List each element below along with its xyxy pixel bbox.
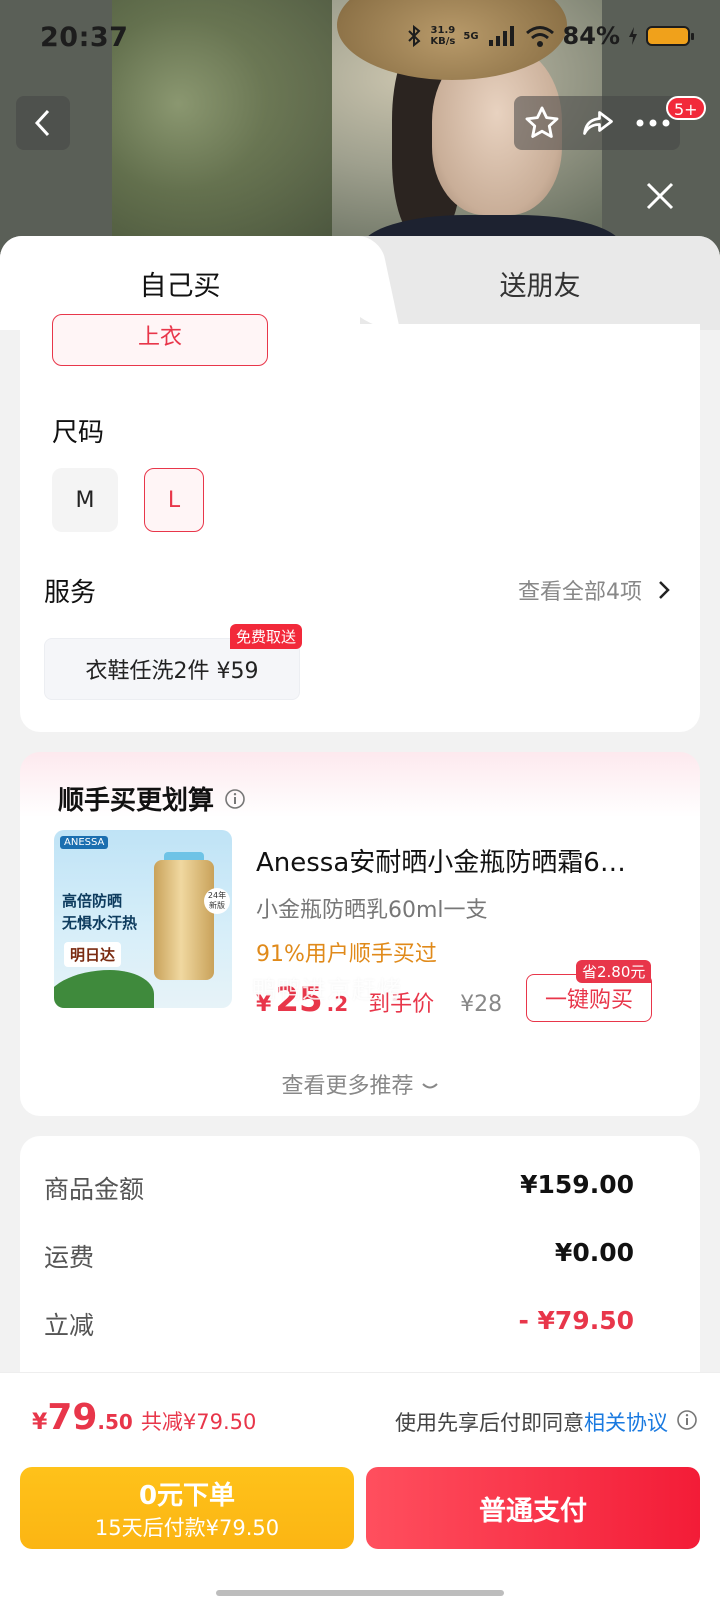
share-icon[interactable] (580, 105, 616, 141)
product-image-badge: 24年新版 (204, 888, 230, 914)
message-badge: 5+ (666, 96, 706, 120)
info-icon[interactable] (224, 788, 246, 810)
network-speed: 31.9 KB/s (430, 25, 456, 47)
home-indicator[interactable] (216, 1590, 504, 1596)
more-icon[interactable] (635, 118, 671, 128)
product-image-leaf (54, 970, 154, 1008)
summary-row-goods: 商品金额 ¥159.00 (44, 1170, 634, 1204)
status-icons: 31.9 KB/s 5G 84% (406, 22, 694, 50)
total-reduce: 共减¥79.50 (140, 1410, 257, 1434)
size-title: 尺码 (52, 418, 105, 448)
service-view-all-label: 查看全部4项 (518, 580, 642, 605)
agreement-link[interactable]: 相关协议 (584, 1411, 668, 1435)
status-bar: 20:37 31.9 KB/s 5G 84% (0, 0, 720, 76)
tab-gift-friend[interactable]: 送朋友 (360, 236, 720, 330)
save-amount-tag: 省2.80元 (576, 960, 652, 983)
product-thumbnail[interactable]: ANESSA 高倍防晒 无惧水汗热 明日达 24年新版 (54, 830, 232, 1008)
watermark: 鸭鸭进京赶烤 (252, 976, 402, 1004)
tab-buy-self-label: 自己买 (139, 270, 221, 302)
star-icon[interactable] (523, 104, 561, 142)
close-icon (646, 182, 674, 210)
battery-icon (646, 26, 694, 46)
wifi-icon (525, 26, 554, 47)
more-recommendations-link[interactable]: 查看更多推荐 (20, 1068, 700, 1100)
service-title: 服务 (44, 578, 97, 608)
battery-percent: 84% (562, 22, 620, 50)
recommend-card: 顺手买更划算 ANESSA 高倍防晒 无惧水汗热 明日达 24年新版 Anessa… (20, 752, 700, 1116)
product-image-brand: ANESSA (60, 836, 109, 849)
network-type: 5G (463, 30, 479, 42)
service-view-all[interactable]: 查看全部4项 (518, 574, 670, 606)
total-price: ¥ 79 .50 共减¥79.50 (32, 1397, 257, 1438)
pay-later-button[interactable]: 0元下单 15天后付款¥79.50 (20, 1467, 354, 1549)
agreement-info-icon[interactable] (676, 1409, 698, 1431)
product-spec: 小金瓶防晒乳60ml一支 (256, 898, 488, 923)
bluetooth-icon (408, 24, 421, 48)
back-button[interactable] (16, 96, 70, 150)
product-name[interactable]: Anessa安耐晒小金瓶防晒霜6… (256, 842, 656, 879)
close-button[interactable] (640, 176, 680, 216)
normal-pay-button[interactable]: 普通支付 (366, 1467, 700, 1549)
product-image-bottle (154, 860, 214, 980)
checkout-bar: ¥ 79 .50 共减¥79.50 使用先享后付即同意相关协议 0元下单 15天… (0, 1372, 720, 1600)
options-card: 上衣 尺码 M L 服务 查看全部4项 衣鞋任洗2件 ¥59 免费取送 (20, 314, 700, 732)
summary-row-shipping: 运费 ¥0.00 (44, 1238, 634, 1272)
size-option-m[interactable]: M (52, 468, 118, 532)
recommend-title-text: 顺手买更划算 (58, 786, 215, 816)
size-option-l[interactable]: L (144, 468, 204, 532)
style-option-selected[interactable]: 上衣 (52, 314, 268, 366)
product-bought-rate: 91%用户顺手买过 (256, 942, 437, 967)
product-image-sticker: 明日达 (64, 942, 122, 967)
status-time: 20:37 (40, 22, 129, 53)
charging-icon (629, 27, 637, 45)
header-actions (514, 96, 680, 150)
recommend-title: 顺手买更划算 (58, 780, 246, 817)
signal-icon (488, 26, 514, 46)
original-price: ¥28 (460, 992, 503, 1017)
chevron-down-icon (421, 1083, 438, 1089)
chevron-left-icon (34, 109, 50, 137)
summary-row-discount: 立减 - ¥79.50 (44, 1306, 634, 1340)
chevron-right-icon (659, 581, 670, 599)
agreement-text: 使用先享后付即同意相关协议 (395, 1411, 668, 1435)
free-pickup-tag: 免费取送 (230, 624, 303, 649)
product-image-headline: 高倍防晒 无惧水汗热 (62, 892, 138, 932)
